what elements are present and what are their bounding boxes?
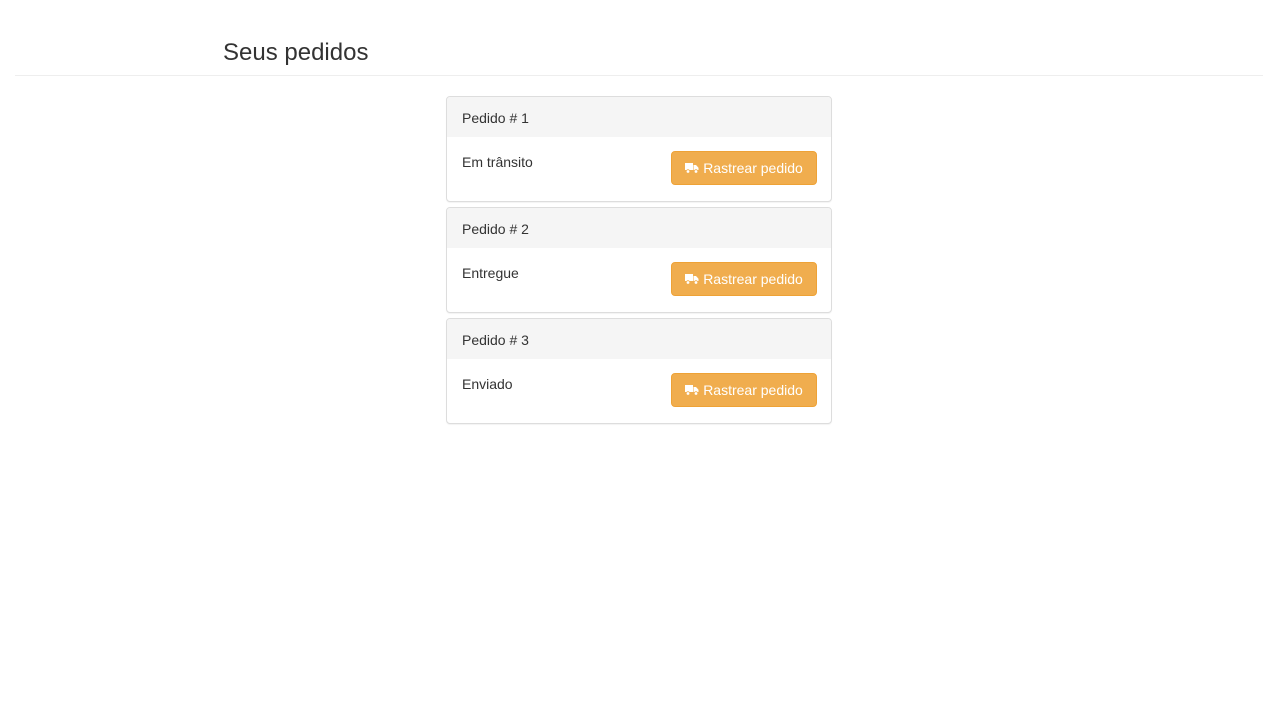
order-heading: Pedido # 1 [447, 97, 831, 137]
page-header: Seus pedidos [15, 0, 1263, 76]
order-status: Entregue [462, 265, 519, 281]
order-body: Enviado Rastrear pedido [447, 359, 831, 423]
orders-list: Pedido # 1 Em trânsito Rastrear pedido P… [446, 96, 832, 429]
order-body: Entregue Rastrear pedido [447, 248, 831, 312]
order-heading: Pedido # 2 [447, 208, 831, 248]
order-panel: Pedido # 3 Enviado Rastrear pedido [446, 318, 832, 424]
track-order-button[interactable]: Rastrear pedido [671, 373, 817, 407]
order-status: Em trânsito [462, 154, 533, 170]
page-title: Seus pedidos [223, 39, 369, 66]
order-body: Em trânsito Rastrear pedido [447, 137, 831, 201]
track-order-button[interactable]: Rastrear pedido [671, 151, 817, 185]
truck-icon [685, 384, 699, 396]
order-panel: Pedido # 1 Em trânsito Rastrear pedido [446, 96, 832, 202]
track-order-label: Rastrear pedido [703, 382, 803, 398]
truck-icon [685, 273, 699, 285]
order-panel: Pedido # 2 Entregue Rastrear pedido [446, 207, 832, 313]
track-order-label: Rastrear pedido [703, 160, 803, 176]
track-order-label: Rastrear pedido [703, 271, 803, 287]
order-heading: Pedido # 3 [447, 319, 831, 359]
track-order-button[interactable]: Rastrear pedido [671, 262, 817, 296]
order-status: Enviado [462, 376, 513, 392]
truck-icon [685, 162, 699, 174]
